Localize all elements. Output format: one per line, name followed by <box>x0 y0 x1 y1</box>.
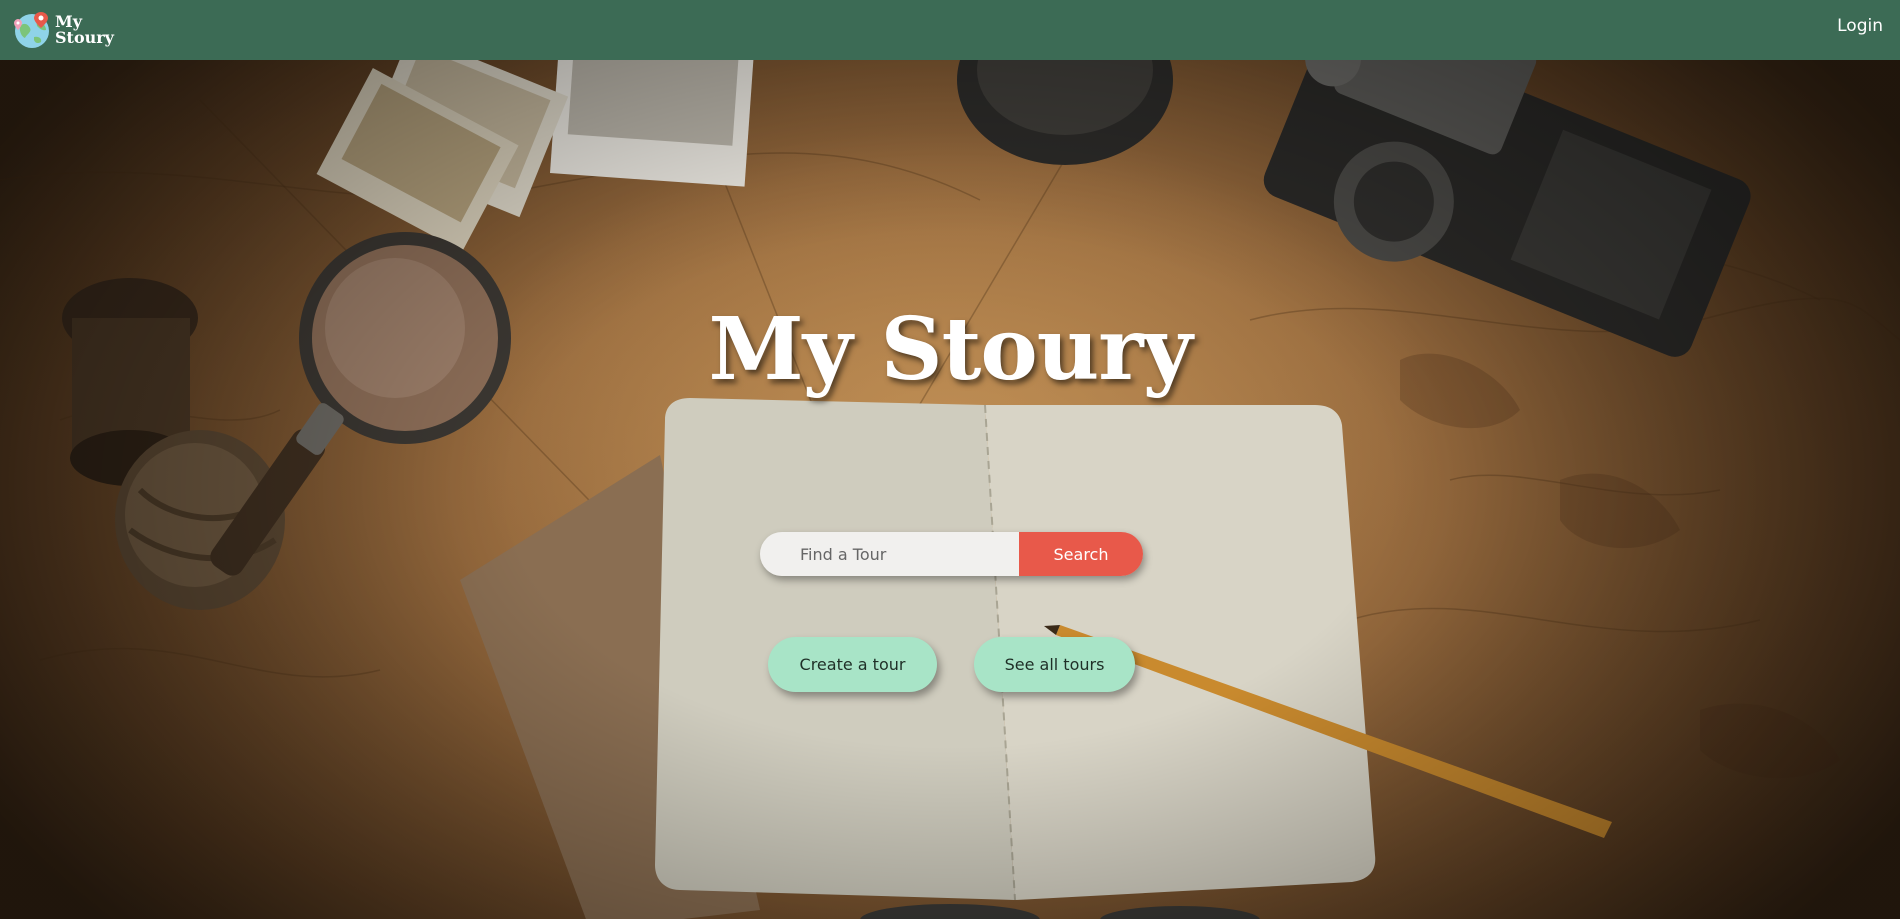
tour-search-form: Search <box>760 532 1143 576</box>
brand-name: My Stoury <box>55 14 115 46</box>
brand-home-link[interactable]: My Stoury <box>12 7 115 53</box>
hero-section <box>0 60 1900 919</box>
search-button[interactable]: Search <box>1019 532 1143 576</box>
see-all-tours-button[interactable]: See all tours <box>974 637 1135 692</box>
brand-line-2: Stoury <box>55 28 114 47</box>
login-link[interactable]: Login <box>1837 16 1883 36</box>
globe-pin-icon <box>14 12 49 48</box>
create-tour-button[interactable]: Create a tour <box>768 637 937 692</box>
page: My Stoury Login My Stoury Find a Tour Se… <box>0 0 1900 919</box>
hero-title: My Stoury <box>708 299 1192 400</box>
tour-search-input[interactable] <box>760 532 1019 576</box>
top-navbar: My Stoury Login <box>0 0 1900 60</box>
hero-background-image <box>0 60 1900 919</box>
